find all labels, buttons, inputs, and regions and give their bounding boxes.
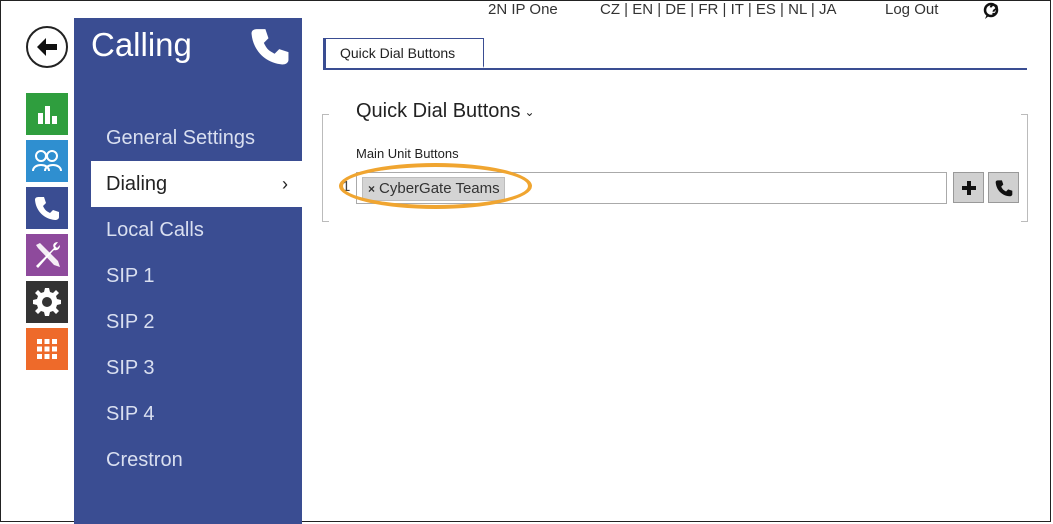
sidebar-item-sip-3[interactable]: SIP 3 — [74, 345, 302, 391]
status-chart-icon[interactable] — [26, 93, 68, 135]
call-button[interactable] — [988, 172, 1019, 203]
phone-icon — [250, 26, 290, 71]
sidebar-item-label: Dialing — [106, 173, 168, 195]
sidebar: Calling General Settings Dialing › Local… — [74, 18, 302, 524]
phone-icon — [995, 179, 1012, 196]
row-number: 1 — [342, 178, 351, 195]
sidebar-item-local-calls[interactable]: Local Calls — [74, 207, 302, 253]
sidebar-menu: General Settings Dialing › Local Calls S… — [74, 115, 302, 483]
sidebar-item-crestron[interactable]: Crestron — [74, 437, 302, 483]
tab-quick-dial-buttons[interactable]: Quick Dial Buttons — [323, 38, 484, 70]
tab-bar: Quick Dial Buttons — [323, 38, 1027, 70]
sidebar-title: Calling — [91, 26, 192, 63]
services-gear-icon[interactable] — [26, 281, 68, 323]
device-name: 2N IP One — [488, 1, 558, 18]
contact-chip: × CyberGate Teams — [362, 177, 505, 201]
add-button[interactable] — [953, 172, 984, 203]
logout-link[interactable]: Log Out — [885, 1, 938, 18]
plus-icon — [961, 180, 976, 195]
sidebar-item-dialing[interactable]: Dialing › — [91, 161, 302, 207]
top-bar: 2N IP One CZ | EN | DE | FR | IT | ES | … — [300, 0, 1053, 22]
sidebar-item-sip-4[interactable]: SIP 4 — [74, 391, 302, 437]
quick-dial-input[interactable]: × CyberGate Teams — [356, 172, 947, 204]
back-button[interactable] — [26, 26, 68, 68]
hardware-tools-icon[interactable] — [26, 234, 68, 276]
system-grid-icon[interactable] — [26, 328, 68, 370]
arrow-left-icon — [37, 38, 57, 56]
section-frame-right — [1021, 114, 1028, 222]
section-frame-left — [322, 114, 329, 222]
field-label: Main Unit Buttons — [356, 146, 459, 161]
sidebar-item-sip-2[interactable]: SIP 2 — [74, 299, 302, 345]
chevron-down-icon: ⌄ — [524, 104, 535, 119]
language-selector[interactable]: CZ | EN | DE | FR | IT | ES | NL | JA — [600, 1, 836, 18]
section-title[interactable]: Quick Dial Buttons ⌄ — [356, 100, 535, 123]
sidebar-item-sip-1[interactable]: SIP 1 — [74, 253, 302, 299]
section-title-text: Quick Dial Buttons — [356, 100, 521, 122]
sidebar-item-general-settings[interactable]: General Settings — [74, 115, 302, 161]
remove-chip-icon[interactable]: × — [368, 182, 375, 196]
module-rail — [26, 93, 68, 375]
chevron-right-icon: › — [282, 174, 288, 194]
help-icon[interactable]: ? — [989, 2, 999, 20]
chip-label: CyberGate Teams — [379, 180, 500, 197]
calling-phone-icon[interactable] — [26, 187, 68, 229]
directory-users-icon[interactable] — [26, 140, 68, 182]
